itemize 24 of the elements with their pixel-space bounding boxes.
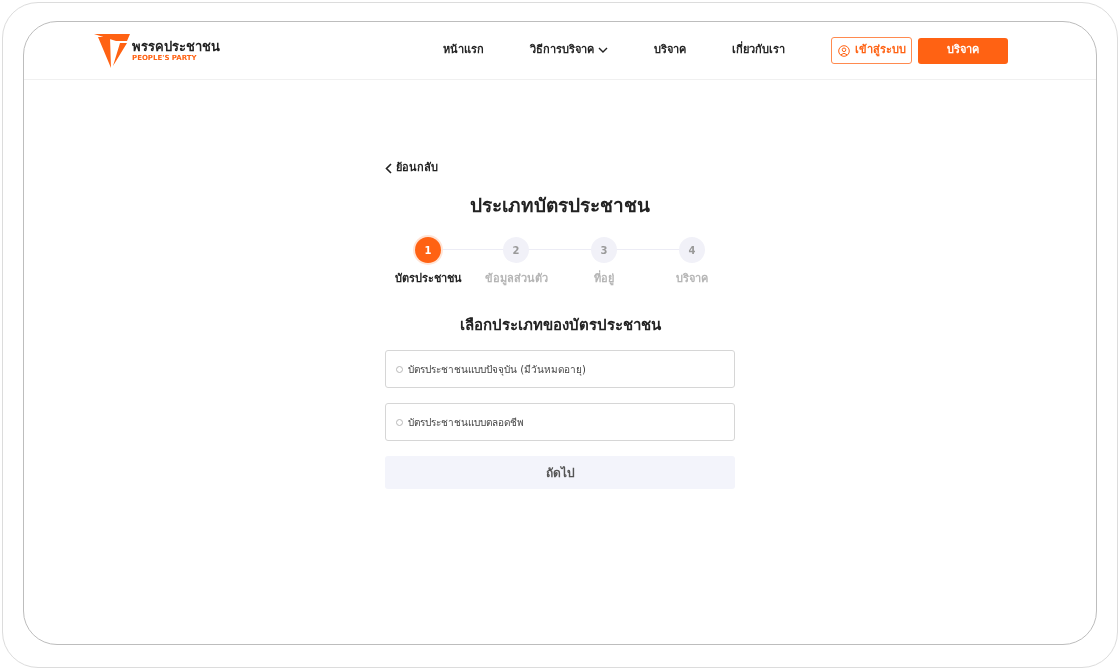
radio-option[interactable]: บัตรประชาชนแบบตลอดชีพ [385, 403, 735, 441]
party-name: พรรคประชาชน [132, 38, 220, 54]
page-title: ประเภทบัตรประชาชน [470, 192, 650, 218]
option-label: บัตรประชาชนแบบตลอดชีพ [408, 415, 524, 430]
nav-link[interactable]: วิธีการบริจาค [530, 42, 608, 59]
step-number: 4 [679, 237, 705, 263]
section-heading: เลือกประเภทของบัตรประชาชน [459, 314, 661, 336]
back-link[interactable]: ย้อนกลับ [385, 160, 438, 177]
step-number: 3 [591, 237, 617, 263]
step-label: ข้อมูลส่วนตัว [484, 271, 548, 288]
step-number: 1 [415, 237, 441, 263]
step-number: 2 [503, 237, 529, 263]
radio-option[interactable]: บัตรประชาชนแบบปัจจุบัน (มีวันหมดอายุ) [385, 350, 735, 388]
nav-link[interactable]: หน้าแรก [443, 42, 484, 59]
logo-icon [94, 33, 130, 68]
user-icon [837, 44, 850, 57]
step-label: ที่อยู่ [594, 271, 614, 288]
step-label: บัตรประชาชน [394, 271, 462, 287]
nav-link[interactable]: เกี่ยวกับเรา [732, 42, 785, 59]
step-label: บริจาค [676, 271, 708, 287]
nav-link[interactable]: บริจาค [654, 42, 686, 59]
option-label: บัตรประชาชนแบบปัจจุบัน (มีวันหมดอายุ) [408, 362, 586, 377]
chevron-left-icon [385, 162, 392, 174]
chevron-down-icon [598, 47, 608, 54]
